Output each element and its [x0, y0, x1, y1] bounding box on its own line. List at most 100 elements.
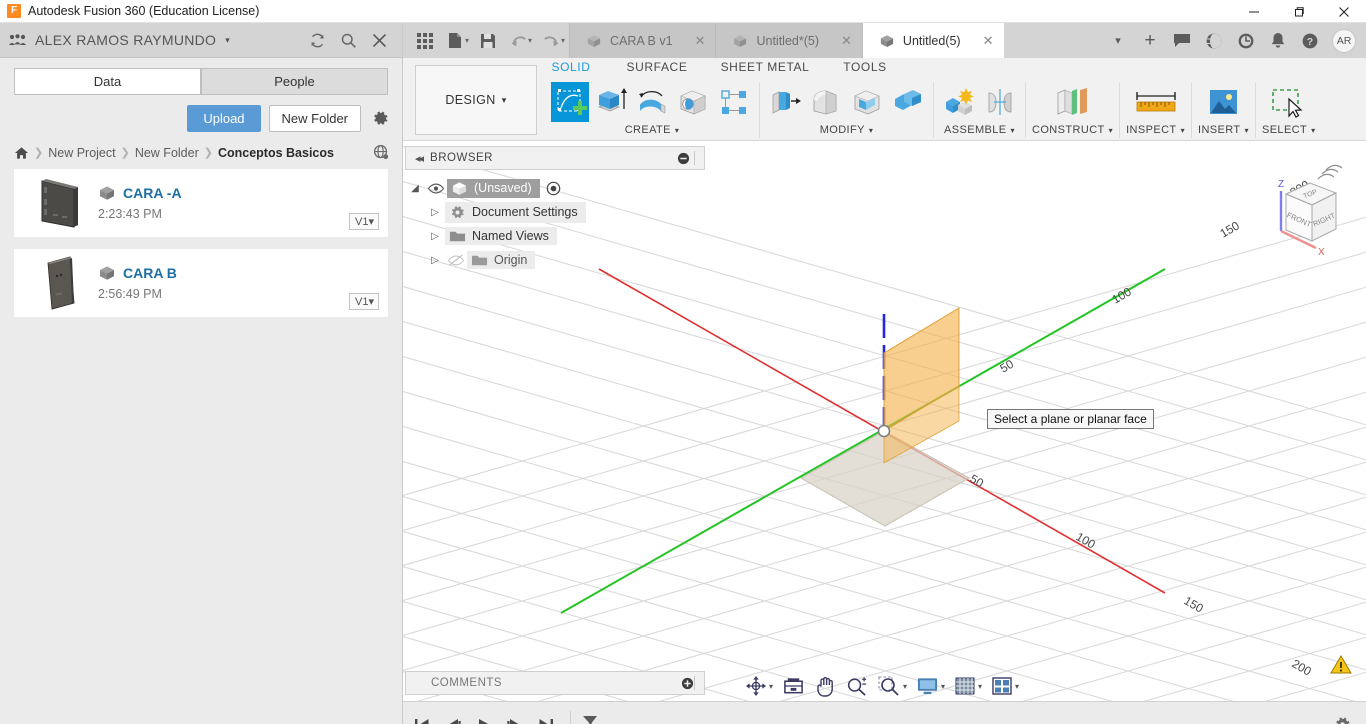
search-icon[interactable]	[340, 32, 357, 49]
panel-label-assemble[interactable]: ASSEMBLE ▾	[944, 124, 1015, 136]
expand-arrow-icon[interactable]: ▷	[425, 207, 445, 218]
expand-arrow-icon[interactable]: ▷	[425, 255, 445, 266]
tree-node-root[interactable]: ◢ (Unsaved)	[405, 176, 705, 200]
version-selector[interactable]: V1▾	[349, 213, 379, 230]
home-icon[interactable]	[14, 146, 29, 160]
panel-label-create[interactable]: CREATE ▾	[625, 124, 680, 136]
panel-label-inspect[interactable]: INSPECT ▾	[1126, 124, 1185, 136]
insert-image-icon[interactable]	[1199, 82, 1247, 122]
document-tab-untitled-active[interactable]: Untitled(5) ✕	[861, 23, 1004, 58]
globe-help-icon[interactable]	[1198, 23, 1230, 58]
tree-node-document-settings[interactable]: ▷ Document Settings	[405, 200, 705, 224]
save-icon[interactable]	[473, 23, 503, 58]
tree-node-named-views[interactable]: ▷ Named Views	[405, 224, 705, 248]
revolve-icon[interactable]	[633, 82, 671, 122]
breadcrumb-item-conceptos-basicos[interactable]: Conceptos Basicos	[218, 146, 334, 160]
step-forward-icon[interactable]	[502, 705, 527, 724]
play-icon[interactable]	[471, 705, 496, 724]
document-tab-cara-b[interactable]: CARA B v1 ✕	[569, 23, 716, 58]
close-icon[interactable]: ✕	[681, 33, 706, 49]
offset-plane-icon[interactable]	[1049, 82, 1097, 122]
close-panel-icon[interactable]	[371, 32, 388, 49]
tree-node-named-views-chip[interactable]: Named Views	[445, 227, 557, 245]
close-icon[interactable]	[1321, 0, 1366, 23]
combine-icon[interactable]	[889, 82, 927, 122]
upload-button[interactable]: Upload	[187, 105, 261, 132]
tab-people[interactable]: People	[201, 68, 388, 95]
team-grid-icon[interactable]	[9, 33, 26, 47]
eye-icon[interactable]	[425, 183, 447, 194]
warning-icon[interactable]	[1330, 655, 1352, 675]
grid-apps-icon[interactable]	[410, 23, 440, 58]
zoom-icon[interactable]	[846, 676, 867, 696]
display-settings-icon[interactable]	[917, 677, 938, 696]
resize-grip[interactable]	[694, 676, 700, 690]
joint-icon[interactable]	[981, 82, 1019, 122]
collapse-icon[interactable]: ◂◂	[406, 152, 430, 165]
extrude-icon[interactable]	[592, 82, 630, 122]
account-name[interactable]: ALEX RAMOS RAYMUNDO	[35, 32, 216, 48]
hole-icon[interactable]	[674, 82, 712, 122]
chevron-down-icon[interactable]: ▾	[903, 682, 907, 691]
fillet-icon[interactable]	[807, 82, 845, 122]
workspace-switcher-button[interactable]: DESIGN ▾	[415, 65, 537, 135]
tab-data[interactable]: Data	[14, 68, 201, 95]
tree-node-origin-chip[interactable]: Origin	[467, 251, 536, 269]
help-icon[interactable]: ?	[1294, 23, 1326, 58]
chevron-down-icon[interactable]: ▾	[225, 35, 230, 46]
zoom-window-icon[interactable]	[878, 676, 900, 696]
refresh-icon[interactable]	[309, 32, 326, 49]
new-tab-button[interactable]: +	[1134, 23, 1166, 58]
3d-viewport[interactable]: 50 100 150 200 50 100 150 200 ◂◂ BROWSER	[403, 141, 1366, 701]
grid-snaps-icon[interactable]	[955, 677, 975, 696]
expand-arrow-icon[interactable]: ◢	[405, 183, 425, 194]
tree-node-document-settings-chip[interactable]: Document Settings	[445, 201, 586, 223]
expand-arrow-icon[interactable]: ▷	[425, 231, 445, 242]
pan-icon[interactable]	[815, 676, 835, 697]
panel-label-insert[interactable]: INSERT ▾	[1198, 124, 1249, 136]
look-at-icon[interactable]	[783, 676, 804, 696]
close-icon[interactable]: ✕	[827, 33, 852, 49]
resize-grip[interactable]	[694, 151, 700, 165]
select-window-icon[interactable]	[1264, 82, 1314, 122]
maximize-icon[interactable]	[1276, 0, 1321, 23]
add-comment-icon[interactable]	[681, 677, 694, 690]
new-folder-button[interactable]: New Folder	[268, 105, 361, 132]
job-status-icon[interactable]	[1230, 23, 1262, 58]
gear-icon[interactable]	[1333, 715, 1366, 724]
comment-icon[interactable]	[1166, 23, 1198, 58]
minimize-icon[interactable]	[1231, 0, 1276, 23]
list-item[interactable]: CARA -A 2:23:43 PM V1▾	[14, 169, 388, 237]
minimize-icon[interactable]	[677, 152, 694, 165]
jump-to-beginning-icon[interactable]	[409, 705, 434, 724]
list-item[interactable]: CARA B 2:56:49 PM V1▾	[14, 249, 388, 317]
gear-icon[interactable]	[369, 109, 390, 128]
measure-icon[interactable]	[1127, 82, 1185, 122]
document-tab-untitled-modified[interactable]: Untitled*(5) ✕	[715, 23, 862, 58]
breadcrumb-item-new-folder[interactable]: New Folder	[135, 146, 199, 160]
chevron-down-icon[interactable]: ▾	[1015, 682, 1019, 691]
filter-icon[interactable]	[577, 705, 602, 724]
new-component-icon[interactable]	[940, 82, 978, 122]
press-pull-icon[interactable]	[766, 82, 804, 122]
chevron-down-icon[interactable]: ▾	[528, 23, 536, 58]
panel-label-construct[interactable]: CONSTRUCT ▾	[1032, 124, 1113, 136]
breadcrumb-item-new-project[interactable]: New Project	[48, 146, 115, 160]
tree-node-root-chip[interactable]: (Unsaved)	[447, 178, 540, 198]
panel-label-select[interactable]: SELECT ▾	[1262, 124, 1316, 136]
avatar[interactable]: AR	[1332, 28, 1356, 53]
version-selector[interactable]: V1▾	[349, 293, 379, 310]
jump-to-end-icon[interactable]	[533, 705, 558, 724]
pattern-icon[interactable]	[715, 82, 753, 122]
shell-icon[interactable]	[848, 82, 886, 122]
close-icon[interactable]: ✕	[969, 33, 994, 49]
chevron-down-icon[interactable]: ▾	[978, 682, 982, 691]
step-back-icon[interactable]	[440, 705, 465, 724]
orbit-icon[interactable]	[745, 676, 766, 696]
chevron-down-icon[interactable]: ▾	[769, 682, 773, 691]
globe-icon[interactable]	[373, 144, 390, 161]
tab-overflow-chevron-down-icon[interactable]: ▾	[1102, 23, 1134, 58]
viewports-icon[interactable]	[992, 676, 1012, 696]
eye-hidden-icon[interactable]	[445, 254, 467, 266]
panel-label-modify[interactable]: MODIFY ▾	[820, 124, 874, 136]
